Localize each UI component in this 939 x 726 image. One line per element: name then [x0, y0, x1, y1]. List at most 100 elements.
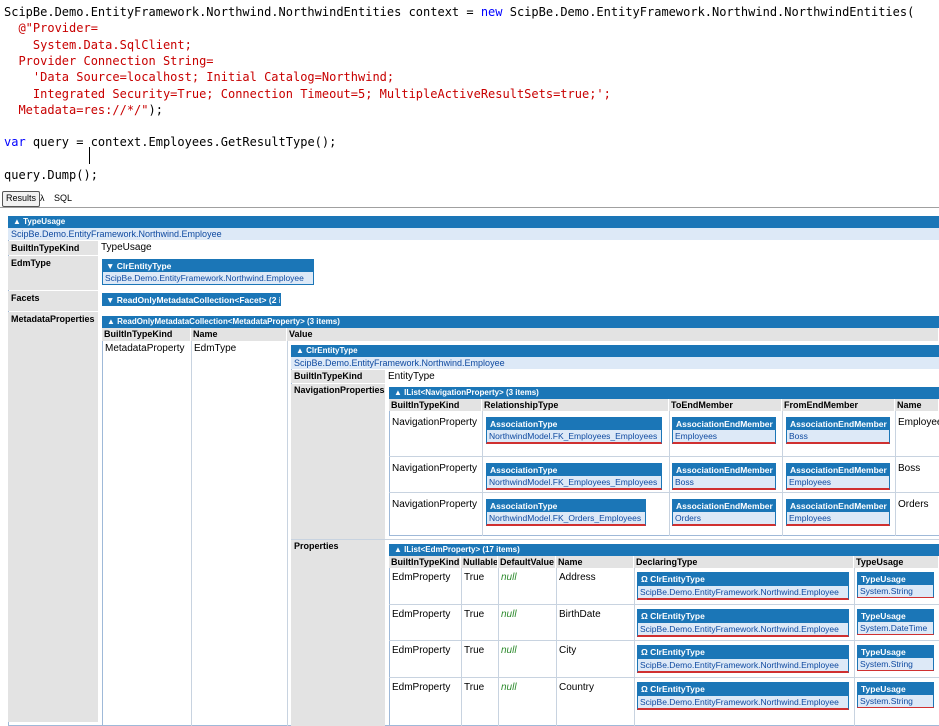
prop-row-name: Address: [559, 572, 596, 583]
props-header[interactable]: ▲ IList<EdmProperty> (17 items): [389, 544, 939, 556]
clrentitytype-header[interactable]: ▲ ClrEntityType: [291, 345, 939, 357]
metadata-col-name: Name: [191, 328, 287, 341]
nav-col-fromendmember: FromEndMember: [782, 399, 895, 411]
typeusage-box[interactable]: TypeUsage System.DateTime: [857, 609, 934, 635]
relationshiptype-box[interactable]: AssociationType NorthwindModel.FK_Employe…: [486, 463, 662, 490]
nav-col-divider: [895, 411, 896, 536]
typeusage-box-value: System.String: [858, 658, 933, 670]
clr-row-divider: [291, 539, 939, 540]
code-token: ScipBe.Demo.EntityFramework.Northwind.No…: [4, 5, 481, 19]
relationshiptype-box-value: NorthwindModel.FK_Employees_Employees: [487, 476, 661, 488]
typeusage-box[interactable]: TypeUsage System.String: [857, 645, 934, 671]
declaringtype-box[interactable]: Ω ClrEntityType ScipBe.Demo.EntityFramewo…: [637, 645, 849, 673]
declaringtype-box[interactable]: Ω ClrEntityType ScipBe.Demo.EntityFramewo…: [637, 609, 849, 637]
typeusage-box-header[interactable]: TypeUsage: [858, 646, 933, 658]
nav-row-kind: NavigationProperty: [392, 499, 478, 510]
prop-row-kind: EdmProperty: [392, 682, 451, 693]
toendmember-box-header[interactable]: AssociationEndMember: [673, 500, 775, 512]
nav-row-kind: NavigationProperty: [392, 417, 478, 428]
edmtype-box[interactable]: ▼ ClrEntityType ScipBe.Demo.EntityFramew…: [102, 259, 314, 285]
toendmember-box[interactable]: AssociationEndMember Orders: [672, 499, 776, 526]
metadata-header[interactable]: ▲ ReadOnlyMetadataCollection<MetadataPro…: [102, 316, 939, 328]
relationshiptype-box[interactable]: AssociationType NorthwindModel.FK_Employe…: [486, 417, 662, 444]
tab-sql[interactable]: SQL: [51, 191, 75, 205]
relationshiptype-box[interactable]: AssociationType NorthwindModel.FK_Orders_…: [486, 499, 646, 526]
fromendmember-box-value: Employees: [787, 476, 889, 488]
nav-row-name: Orders: [898, 499, 929, 510]
typeusage-box-header[interactable]: TypeUsage: [858, 573, 933, 585]
metadata-col-divider-1: [191, 341, 192, 726]
fromendmember-box-value: Boss: [787, 430, 889, 442]
declaringtype-box[interactable]: Ω ClrEntityType ScipBe.Demo.EntityFramewo…: [637, 682, 849, 710]
declaringtype-box-header[interactable]: Ω ClrEntityType: [638, 573, 848, 586]
relationshiptype-box-value: NorthwindModel.FK_Employees_Employees: [487, 430, 661, 442]
nav-row-divider: [389, 456, 939, 457]
typeusage-box-value: System.DateTime: [858, 622, 933, 634]
code-line: var query = context.Employees.GetResultT…: [4, 134, 336, 150]
code-line: Metadata=res://*/");: [4, 102, 163, 118]
typeusage-box-header[interactable]: TypeUsage: [858, 683, 933, 695]
nav-header[interactable]: ▲ IList<NavigationProperty> (3 items): [389, 387, 939, 399]
typeusage-box[interactable]: TypeUsage System.String: [857, 682, 934, 708]
code-editor[interactable]: ScipBe.Demo.EntityFramework.Northwind.No…: [0, 0, 939, 188]
navigationproperties-key: NavigationProperties: [291, 384, 385, 539]
props-col-defaultvalue: DefaultValue: [498, 556, 556, 568]
typeusage-box[interactable]: TypeUsage System.String: [857, 572, 934, 598]
nav-row-kind: NavigationProperty: [392, 463, 478, 474]
prop-col-divider: [556, 568, 557, 726]
toendmember-box-header[interactable]: AssociationEndMember: [673, 418, 775, 430]
prop-col-divider: [854, 568, 855, 726]
prop-row-kind: EdmProperty: [392, 609, 451, 620]
declaringtype-box-value: ScipBe.Demo.EntityFramework.Northwind.Em…: [638, 586, 848, 598]
code-line: 'Data Source=localhost; Initial Catalog=…: [4, 69, 394, 85]
prop-row-default: null: [501, 609, 517, 620]
facets-box-header[interactable]: ▼ ReadOnlyMetadataCollection<Facet> (2 i…: [103, 294, 280, 306]
props-col-nullable: Nullable: [461, 556, 498, 568]
facets-box[interactable]: ▼ ReadOnlyMetadataCollection<Facet> (2 i…: [102, 293, 281, 306]
fromendmember-box-header[interactable]: AssociationEndMember: [787, 464, 889, 476]
toendmember-box[interactable]: AssociationEndMember Boss: [672, 463, 776, 490]
tab-lambda[interactable]: λ: [37, 191, 48, 205]
fromendmember-box-header[interactable]: AssociationEndMember: [787, 418, 889, 430]
code-token: );: [148, 102, 163, 117]
toendmember-box[interactable]: AssociationEndMember Employees: [672, 417, 776, 444]
relationshiptype-box-header[interactable]: AssociationType: [487, 464, 661, 476]
typeusage-subtitle: ScipBe.Demo.EntityFramework.Northwind.Em…: [8, 228, 939, 240]
prop-row-nullable: True: [464, 645, 485, 656]
fromendmember-box-header[interactable]: AssociationEndMember: [787, 500, 889, 512]
tab-results[interactable]: Results: [2, 191, 41, 207]
typeusage-header[interactable]: ▲ TypeUsage: [8, 216, 939, 228]
nav-row-name: Employees: [898, 417, 939, 428]
declaringtype-box[interactable]: Ω ClrEntityType ScipBe.Demo.EntityFramewo…: [637, 572, 849, 600]
clr-builtintypekind-value: EntityType: [388, 371, 435, 382]
results-panel: ▲ TypeUsage ScipBe.Demo.EntityFramework.…: [0, 208, 939, 726]
typeusage-box-header[interactable]: TypeUsage: [858, 610, 933, 622]
clr-builtintypekind-key: BuiltInTypeKind: [291, 370, 385, 383]
edmtype-box-header[interactable]: ▼ ClrEntityType: [103, 260, 313, 272]
prop-row-default: null: [501, 572, 517, 583]
fromendmember-box-value: Employees: [787, 512, 889, 524]
prop-row-divider: [389, 677, 939, 678]
metadata-col-divider-2: [287, 341, 288, 726]
nav-col-divider: [482, 411, 483, 536]
code-line: System.Data.SqlClient;: [4, 37, 192, 53]
declaringtype-box-header[interactable]: Ω ClrEntityType: [638, 610, 848, 623]
declaringtype-box-header[interactable]: Ω ClrEntityType: [638, 683, 848, 696]
fromendmember-box[interactable]: AssociationEndMember Boss: [786, 417, 890, 444]
nav-row-divider: [389, 492, 939, 493]
declaringtype-box-header[interactable]: Ω ClrEntityType: [638, 646, 848, 659]
prop-row-nullable: True: [464, 572, 485, 583]
fromendmember-box[interactable]: AssociationEndMember Employees: [786, 463, 890, 490]
nav-col-divider: [669, 411, 670, 536]
code-line: Integrated Security=True; Connection Tim…: [4, 86, 611, 102]
declaringtype-box-value: ScipBe.Demo.EntityFramework.Northwind.Em…: [638, 696, 848, 708]
code-line: ScipBe.Demo.EntityFramework.Northwind.No…: [4, 4, 914, 20]
fromendmember-box[interactable]: AssociationEndMember Employees: [786, 499, 890, 526]
metadata-col-value: Value: [287, 328, 939, 341]
nav-col-builtintypekind: BuiltInTypeKind: [389, 399, 482, 411]
prop-row-kind: EdmProperty: [392, 645, 451, 656]
toendmember-box-header[interactable]: AssociationEndMember: [673, 464, 775, 476]
relationshiptype-box-header[interactable]: AssociationType: [487, 418, 661, 430]
relationshiptype-box-header[interactable]: AssociationType: [487, 500, 645, 512]
prop-row-default: null: [501, 645, 517, 656]
